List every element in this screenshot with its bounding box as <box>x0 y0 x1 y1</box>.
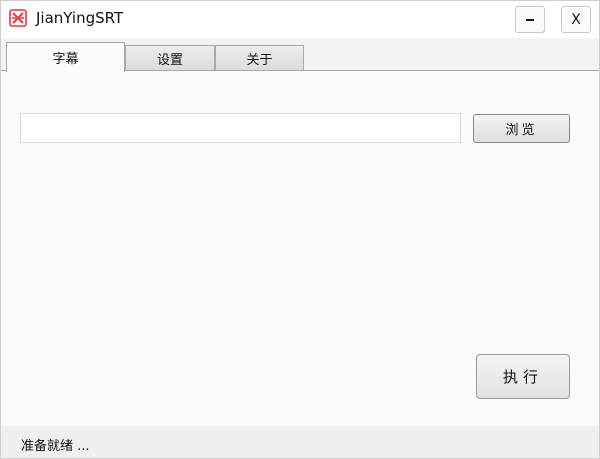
tab-subtitles[interactable]: 字幕 <box>6 42 125 72</box>
file-path-input[interactable] <box>20 113 461 143</box>
minimize-icon <box>526 18 534 21</box>
title-bar[interactable]: JianYingSRT X <box>1 1 599 38</box>
tab-strip: 字幕 设置 关于 <box>1 38 599 72</box>
status-bar: 准备就绪 ... <box>1 426 599 458</box>
status-text: 准备就绪 ... <box>21 439 90 454</box>
minimize-button[interactable] <box>515 6 545 33</box>
browse-button[interactable]: 浏览 <box>473 114 570 143</box>
close-button[interactable]: X <box>561 6 591 33</box>
window-title: JianYingSRT <box>36 9 124 27</box>
run-button[interactable]: 执行 <box>476 354 570 399</box>
subtitles-panel: 浏览 执行 <box>1 71 599 426</box>
jianying-app-icon <box>9 9 27 27</box>
tab-about[interactable]: 关于 <box>215 45 304 70</box>
app-window: JianYingSRT X 字幕 设置 关于 浏览 执行 准备就绪 ... <box>0 0 600 459</box>
tab-settings[interactable]: 设置 <box>125 45 215 70</box>
